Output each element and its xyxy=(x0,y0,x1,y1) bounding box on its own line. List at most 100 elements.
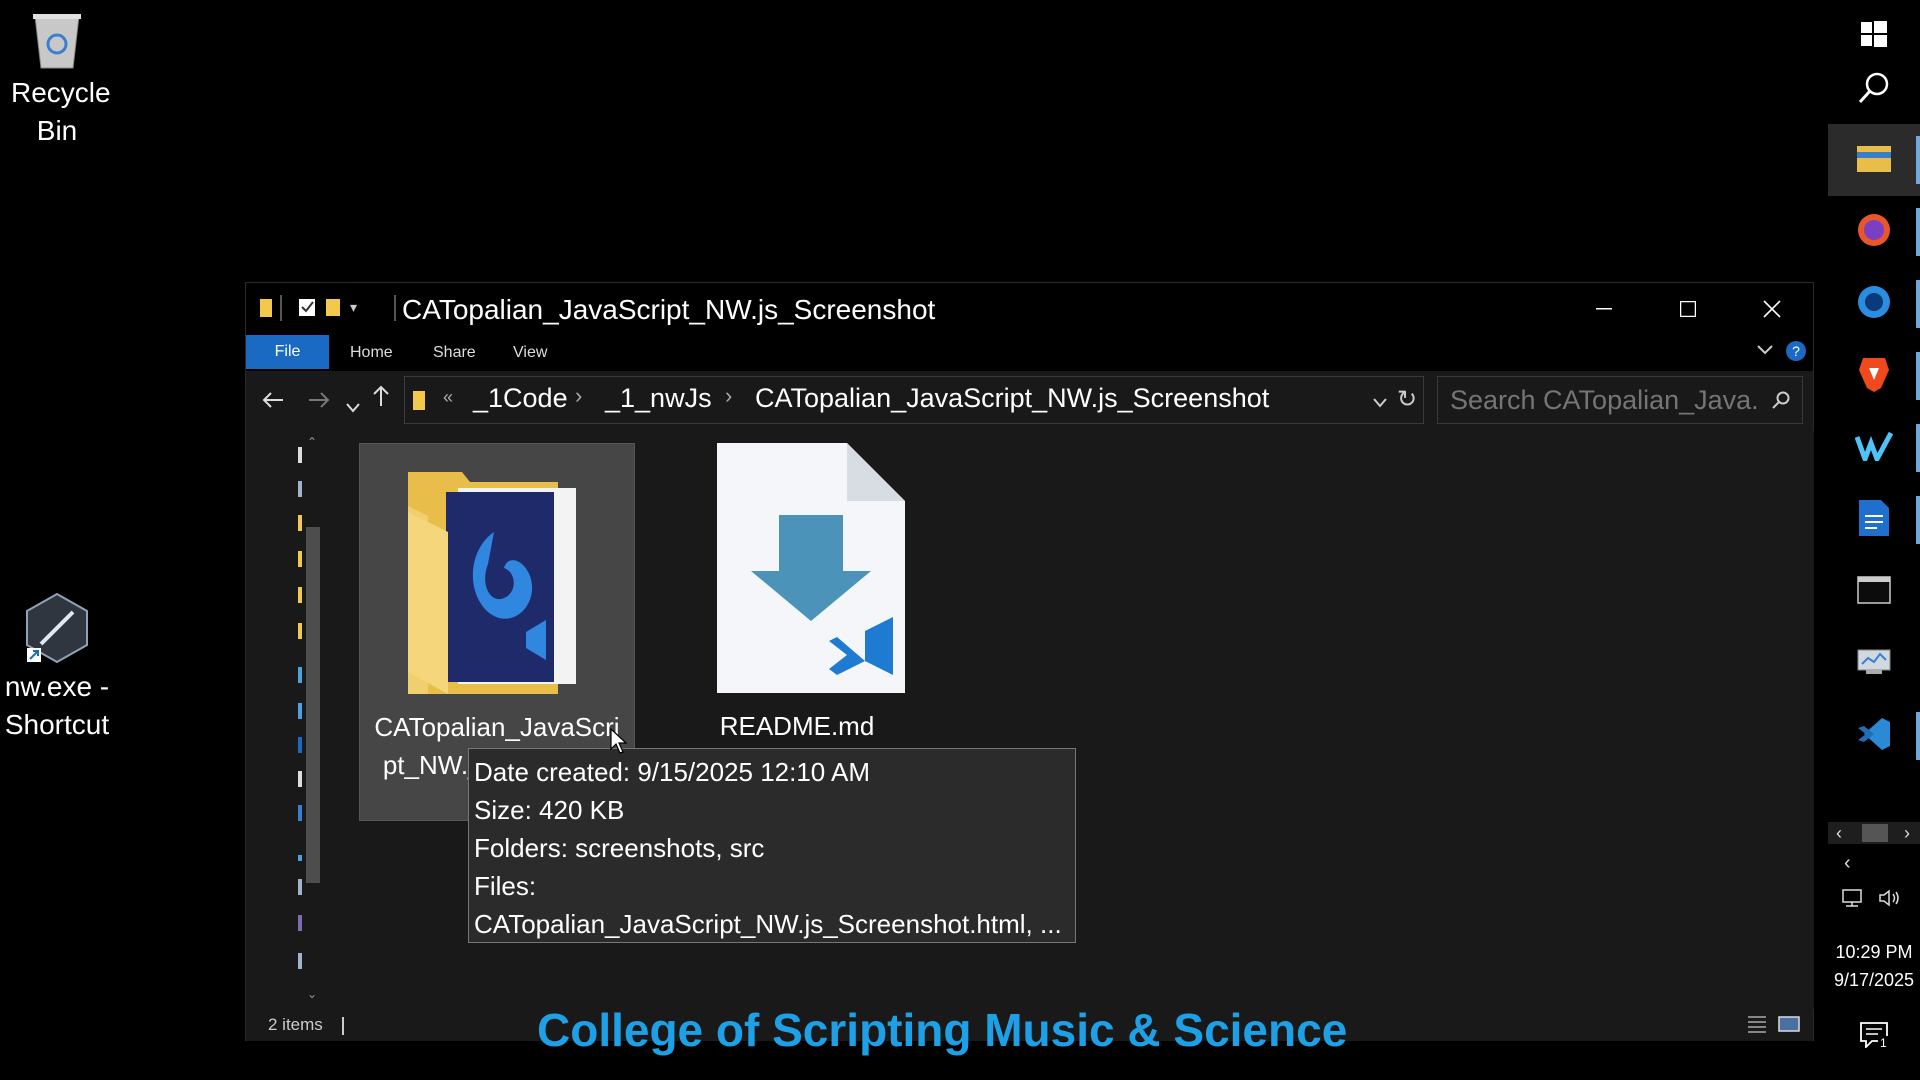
running-app-marker xyxy=(1916,280,1920,328)
taskbar-search-button[interactable] xyxy=(1828,54,1920,126)
ribbon-expand-chevron-icon[interactable] xyxy=(1756,343,1774,361)
window-title: CATopalian_JavaScript_NW.js_Screenshot xyxy=(402,294,936,325)
running-app-marker xyxy=(1916,712,1920,760)
taskbar-writer[interactable] xyxy=(1828,484,1920,556)
vscode-icon xyxy=(1856,716,1892,757)
recent-locations-chevron-icon[interactable] xyxy=(346,389,360,420)
taskbar-windsurf[interactable] xyxy=(1828,412,1920,484)
nav-scrollbar-thumb[interactable] xyxy=(306,527,320,883)
tooltip-files: CATopalian_JavaScript_NW.js_Screenshot.h… xyxy=(474,909,1062,939)
running-app-marker xyxy=(1916,208,1920,256)
taskbar xyxy=(1828,0,1920,1080)
folder-quick-icon[interactable] xyxy=(260,297,274,322)
scroll-up-arrow-icon[interactable]: ⌃ xyxy=(307,435,317,449)
system-monitor-icon xyxy=(1856,648,1892,681)
search-icon[interactable] xyxy=(1772,391,1790,414)
scroll-right-chevron-icon[interactable]: › xyxy=(1904,822,1910,844)
folder-icon xyxy=(408,472,582,704)
nwjs-icon xyxy=(21,592,93,664)
recycle-bin-icon xyxy=(27,6,87,70)
markdown-file-icon xyxy=(717,443,905,703)
properties-icon[interactable] xyxy=(298,297,316,322)
breadcrumb-item-1-nwjs[interactable]: _1_nwJs xyxy=(605,383,712,414)
taskbar-firefox-developer[interactable] xyxy=(1828,268,1920,340)
large-icons-view-icon[interactable] xyxy=(1778,1015,1800,1038)
taskbar-scroller-thumb[interactable] xyxy=(1862,824,1888,842)
taskbar-terminal[interactable] xyxy=(1828,556,1920,628)
readme-name-label: README.md xyxy=(719,711,875,741)
running-app-marker xyxy=(1916,496,1920,544)
maximize-button[interactable] xyxy=(1646,283,1730,335)
taskbar-clock[interactable]: 10:29 PM 9/17/2025 xyxy=(1828,938,1920,994)
forward-arrow-icon[interactable] xyxy=(308,385,330,416)
tab-share[interactable]: Share xyxy=(433,341,476,371)
breadcrumb-overflow[interactable]: « xyxy=(443,387,453,408)
breadcrumb-item-1code[interactable]: _1Code xyxy=(473,383,568,414)
taskbar-scroller[interactable]: ‹ › xyxy=(1828,822,1920,844)
file-explorer-icon xyxy=(1857,144,1891,177)
breadcrumb-item-current[interactable]: CATopalian_JavaScript_NW.js_Screenshot xyxy=(755,383,1269,414)
back-arrow-icon[interactable] xyxy=(262,385,284,416)
folder-location-icon xyxy=(413,389,427,416)
navigation-pane[interactable]: ⌃ ⌄ xyxy=(246,431,334,1009)
taskbar-firefox[interactable] xyxy=(1828,196,1920,268)
terminal-icon xyxy=(1857,575,1891,609)
ribbon: Home Share View ? xyxy=(246,335,1813,371)
folder-info-tooltip: Date created: 9/15/2025 12:10 AM Size: 4… xyxy=(468,748,1076,943)
item-count-text: 2 items xyxy=(268,1015,323,1034)
minimize-button[interactable] xyxy=(1562,283,1646,335)
firefox-icon xyxy=(1856,212,1892,253)
taskbar-vscode[interactable] xyxy=(1828,700,1920,772)
qa-divider-2 xyxy=(394,295,396,321)
breadcrumb-chevron-icon[interactable]: › xyxy=(725,383,732,409)
tooltip-files-label: Files: xyxy=(474,871,537,901)
taskbar-file-explorer[interactable] xyxy=(1828,124,1920,196)
running-app-marker xyxy=(1916,424,1920,472)
close-button[interactable] xyxy=(1730,283,1814,335)
title-bar[interactable]: ▾ CATopalian_JavaScript_NW.js_Screenshot xyxy=(246,283,1813,335)
up-arrow-icon[interactable] xyxy=(372,383,390,414)
running-app-marker xyxy=(1916,352,1920,400)
tooltip-folders: Folders: screenshots, src xyxy=(474,833,765,863)
status-divider xyxy=(342,1017,344,1035)
tab-home[interactable]: Home xyxy=(350,341,393,371)
clock-time: 10:29 PM xyxy=(1835,942,1913,962)
network-icon[interactable] xyxy=(1840,888,1864,914)
taskbar-brave[interactable] xyxy=(1828,340,1920,412)
brave-icon xyxy=(1859,356,1889,397)
taskbar-system-monitor[interactable] xyxy=(1828,628,1920,700)
address-history-chevron-icon[interactable] xyxy=(1373,395,1387,413)
nav-scrollbar[interactable]: ⌃ ⌄ xyxy=(302,431,324,1009)
tooltip-date-created: Date created: 9/15/2025 12:10 AM xyxy=(474,757,871,787)
mouse-cursor-icon xyxy=(610,727,628,759)
new-folder-icon[interactable] xyxy=(326,297,342,322)
scroll-left-chevron-icon[interactable]: ‹ xyxy=(1836,822,1842,844)
qa-divider xyxy=(280,295,282,321)
action-center-button[interactable]: 1 xyxy=(1860,1022,1889,1053)
writer-document-icon xyxy=(1859,499,1889,541)
customize-toolbar-icon[interactable]: ▾ xyxy=(350,299,357,316)
notification-count-badge: 1 xyxy=(1878,1036,1889,1050)
refresh-icon[interactable]: ↻ xyxy=(1397,385,1417,414)
scroll-down-arrow-icon[interactable]: ⌄ xyxy=(307,987,317,1001)
volume-icon[interactable] xyxy=(1878,888,1902,914)
desktop-icon-recycle-bin[interactable]: Recycle Bin xyxy=(0,6,115,150)
search-input[interactable] xyxy=(1450,383,1760,417)
desktop-icon-nw-shortcut[interactable]: nw.exe - Shortcut xyxy=(0,592,115,744)
tab-view[interactable]: View xyxy=(513,341,547,371)
watermark-text: College of Scripting Music & Science xyxy=(537,1004,1348,1056)
search-icon xyxy=(1858,71,1890,110)
show-hidden-icons-chevron-icon[interactable]: ‹ xyxy=(1844,852,1851,875)
tab-file[interactable]: File xyxy=(246,335,329,369)
help-icon[interactable]: ? xyxy=(1786,341,1806,361)
windows-start-icon xyxy=(1861,20,1887,52)
search-box[interactable] xyxy=(1437,376,1803,424)
windsurf-icon xyxy=(1854,431,1894,466)
details-view-icon[interactable] xyxy=(1746,1015,1768,1038)
tooltip-size: Size: 420 KB xyxy=(474,795,625,825)
breadcrumb-chevron-icon[interactable]: › xyxy=(575,383,582,409)
active-app-marker xyxy=(1916,136,1920,184)
firefox-developer-icon xyxy=(1856,284,1892,325)
nw-shortcut-label: nw.exe - Shortcut xyxy=(4,671,110,740)
address-bar[interactable]: « _1Code › _1_nwJs › CATopalian_JavaScri… xyxy=(404,376,1424,424)
